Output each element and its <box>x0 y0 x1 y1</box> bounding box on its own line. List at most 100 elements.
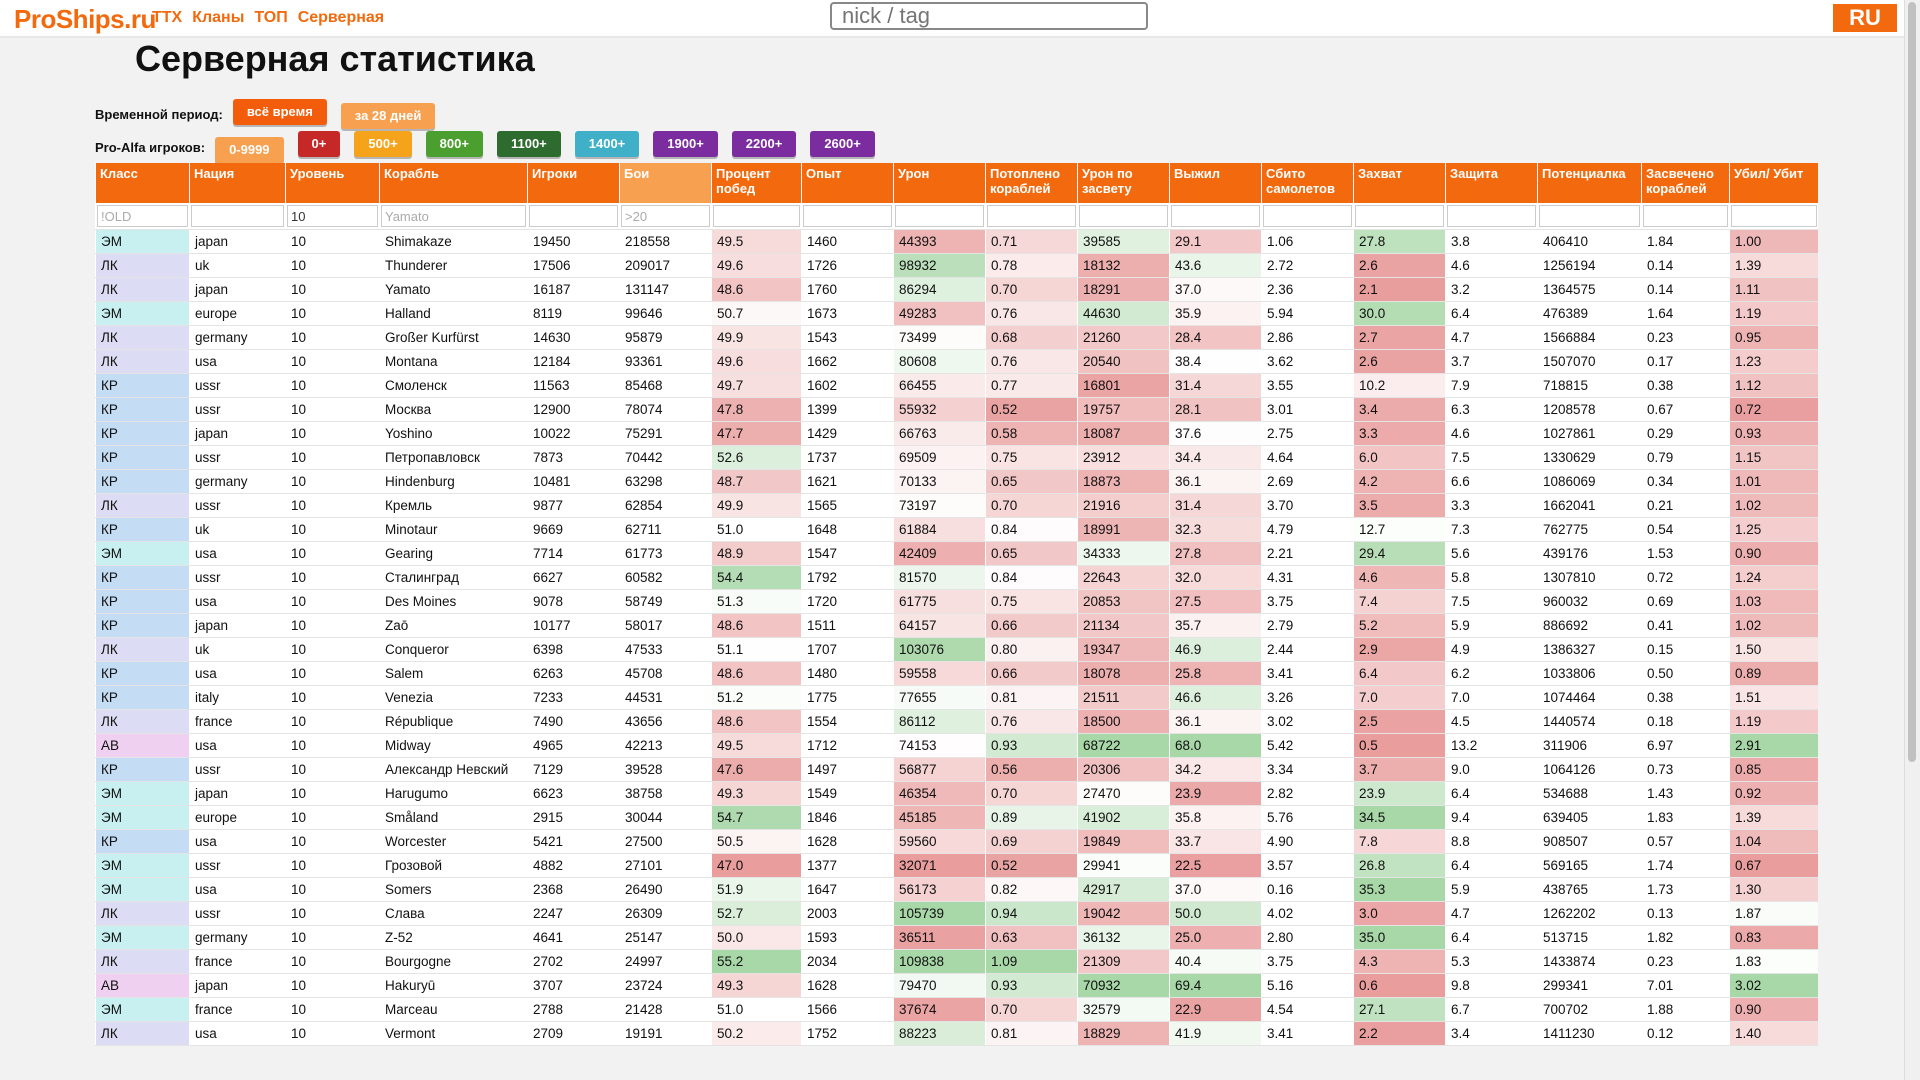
language-button[interactable]: RU <box>1833 4 1897 32</box>
table-row[interactable]: ЛК germany 10 Großer Kurfürst 14630 95879 49.9… <box>95 325 1818 350</box>
table-row[interactable]: КР usa 10 Salem 6263 45708 48.6 1480 59558 0.66 18… <box>95 661 1818 686</box>
table-row[interactable]: КР usa 10 Worcester 5421 27500 50.5 1628 59560 0.… <box>95 829 1818 854</box>
table-row[interactable]: ЭМ ussr 10 Грозовой 4882 27101 47.0 1377 32071 0.… <box>95 853 1818 878</box>
pro-alfa-button-2[interactable]: 500+ <box>354 131 412 157</box>
column-header-2[interactable]: Уровень <box>285 163 380 203</box>
column-filter-input[interactable] <box>191 205 284 227</box>
table-cell[interactable]: Zaō <box>379 613 528 638</box>
table-row[interactable]: ЛК ussr 10 Кремль 9877 62854 49.9 1565 73197 0.70… <box>95 493 1818 518</box>
table-cell[interactable]: Thunderer <box>379 253 528 278</box>
period-button-1[interactable]: за 28 дней <box>340 103 436 129</box>
table-row[interactable]: ЛК france 10 Bourgogne 2702 24997 55.2 2034 1098… <box>95 949 1818 974</box>
column-filter-input[interactable] <box>381 205 526 227</box>
column-filter-input[interactable] <box>97 205 188 227</box>
table-cell[interactable]: Somers <box>379 877 528 902</box>
table-cell[interactable]: Gearing <box>379 541 528 566</box>
table-cell[interactable]: Marceau <box>379 997 528 1022</box>
table-cell[interactable]: Montana <box>379 349 528 374</box>
column-header-3[interactable]: Корабль <box>379 163 528 203</box>
column-filter-input[interactable] <box>895 205 984 227</box>
period-button-0[interactable]: всё время <box>232 99 327 125</box>
pro-alfa-button-7[interactable]: 2200+ <box>731 131 797 157</box>
table-row[interactable]: ЛК usa 10 Montana 12184 93361 49.6 1662 80608 0.7… <box>95 349 1818 374</box>
table-row[interactable]: АВ japan 10 Hakuryū 3707 23724 49.3 1628 79470 0.… <box>95 973 1818 998</box>
vertical-scrollbar[interactable] <box>1904 0 1920 1080</box>
column-header-4[interactable]: Игроки <box>527 163 620 203</box>
column-header-0[interactable]: Класс <box>95 163 190 203</box>
table-cell[interactable]: Смоленск <box>379 373 528 398</box>
table-cell[interactable]: Venezia <box>379 685 528 710</box>
table-row[interactable]: ЭМ usa 10 Somers 2368 26490 51.9 1647 56173 0.82 4… <box>95 877 1818 902</box>
table-cell[interactable]: Conqueror <box>379 637 528 662</box>
pro-alfa-button-8[interactable]: 2600+ <box>810 131 875 157</box>
table-row[interactable]: КР japan 10 Yoshino 10022 75291 47.7 1429 66763 0… <box>95 421 1818 446</box>
table-cell[interactable]: Bourgogne <box>379 949 528 974</box>
table-cell[interactable]: Småland <box>379 805 528 830</box>
table-cell[interactable]: Сталинград <box>379 565 528 590</box>
table-row[interactable]: КР germany 10 Hindenburg 10481 63298 48.7 1621 7… <box>95 469 1818 494</box>
scrollbar-thumb[interactable] <box>1908 2 1916 762</box>
table-row[interactable]: ЭМ europe 10 Halland 8119 99646 50.7 1673 49283 0… <box>95 301 1818 326</box>
table-cell[interactable]: Hindenburg <box>379 469 528 494</box>
column-filter-input[interactable] <box>803 205 892 227</box>
nav-server[interactable]: Серверная <box>298 9 384 27</box>
table-cell[interactable]: Minotaur <box>379 517 528 542</box>
column-header-14[interactable]: Защита <box>1445 163 1538 203</box>
site-logo[interactable]: ProShips.ru <box>14 4 156 35</box>
pro-alfa-button-3[interactable]: 800+ <box>425 131 483 157</box>
nav-top[interactable]: ТОП <box>254 9 287 27</box>
table-row[interactable]: ЭМ germany 10 Z-52 4641 25147 50.0 1593 36511 0.6… <box>95 925 1818 950</box>
column-header-16[interactable]: Засвечено кораблей <box>1641 163 1730 203</box>
column-header-15[interactable]: Потенциалка <box>1537 163 1642 203</box>
column-filter-input[interactable] <box>287 205 378 227</box>
table-row[interactable]: КР ussr 10 Александр Невский 7129 39528 47.6 14… <box>95 757 1818 782</box>
column-filter-input[interactable] <box>1447 205 1536 227</box>
table-cell[interactable]: Halland <box>379 301 528 326</box>
table-row[interactable]: ЛК usa 10 Vermont 2709 19191 50.2 1752 88223 0.81… <box>95 1021 1818 1046</box>
table-cell[interactable]: Слава <box>379 901 528 926</box>
column-filter-input[interactable] <box>987 205 1076 227</box>
column-filter-input[interactable] <box>1355 205 1444 227</box>
table-cell[interactable]: Hakuryū <box>379 973 528 998</box>
table-row[interactable]: ЛК japan 10 Yamato 16187 131147 48.6 1760 86294 0… <box>95 277 1818 302</box>
column-header-13[interactable]: Захват <box>1353 163 1446 203</box>
table-cell[interactable]: Кремль <box>379 493 528 518</box>
table-row[interactable]: ЭМ france 10 Marceau 2788 21428 51.0 1566 37674 0… <box>95 997 1818 1022</box>
table-cell[interactable]: Salem <box>379 661 528 686</box>
pro-alfa-button-1[interactable]: 0+ <box>297 131 341 157</box>
table-cell[interactable]: Z-52 <box>379 925 528 950</box>
table-cell[interactable]: République <box>379 709 528 734</box>
column-header-12[interactable]: Сбито самолетов <box>1261 163 1354 203</box>
table-row[interactable]: ЛК uk 10 Thunderer 17506 209017 49.6 1726 98932 0… <box>95 253 1818 278</box>
table-row[interactable]: КР ussr 10 Сталинград 6627 60582 54.4 1792 81570… <box>95 565 1818 590</box>
pro-alfa-button-0[interactable]: 0-9999 <box>215 137 284 163</box>
column-filter-input[interactable] <box>529 205 618 227</box>
column-header-5[interactable]: Бои <box>619 163 712 203</box>
column-header-8[interactable]: Урон <box>893 163 986 203</box>
column-header-9[interactable]: Потоплено кораблей <box>985 163 1078 203</box>
table-row[interactable]: ЭМ usa 10 Gearing 7714 61773 48.9 1547 42409 0.65… <box>95 541 1818 566</box>
column-header-1[interactable]: Нация <box>189 163 286 203</box>
table-cell[interactable]: Yoshino <box>379 421 528 446</box>
table-row[interactable]: ЭМ europe 10 Småland 2915 30044 54.7 1846 45185 0… <box>95 805 1818 830</box>
table-row[interactable]: КР ussr 10 Смоленск 11563 85468 49.7 1602 66455 0… <box>95 373 1818 398</box>
table-cell[interactable]: Александр Невский <box>379 757 528 782</box>
column-filter-input[interactable] <box>1731 205 1817 227</box>
table-row[interactable]: ЭМ japan 10 Harugumo 6623 38758 49.3 1549 46354 0… <box>95 781 1818 806</box>
pro-alfa-button-5[interactable]: 1400+ <box>574 131 640 157</box>
table-cell[interactable]: Yamato <box>379 277 528 302</box>
column-header-17[interactable]: Убил/ Убит <box>1729 163 1818 203</box>
table-row[interactable]: КР ussr 10 Москва 12900 78074 47.8 1399 55932 0.5… <box>95 397 1818 422</box>
table-cell[interactable]: Петропавловск <box>379 445 528 470</box>
column-filter-input[interactable] <box>713 205 800 227</box>
table-row[interactable]: КР uk 10 Minotaur 9669 62711 51.0 1648 61884 0.84… <box>95 517 1818 542</box>
table-cell[interactable]: Грозовой <box>379 853 528 878</box>
column-header-11[interactable]: Выжил <box>1169 163 1262 203</box>
table-row[interactable]: КР italy 10 Venezia 7233 44531 51.2 1775 77655 0.… <box>95 685 1818 710</box>
table-cell[interactable]: Harugumo <box>379 781 528 806</box>
nav-clans[interactable]: Кланы <box>192 9 244 27</box>
column-filter-input[interactable] <box>1643 205 1728 227</box>
table-row[interactable]: ЛК france 10 République 7490 43656 48.6 1554 861… <box>95 709 1818 734</box>
table-row[interactable]: АВ usa 10 Midway 4965 42213 49.5 1712 74153 0.93 6… <box>95 733 1818 758</box>
column-filter-input[interactable] <box>1079 205 1168 227</box>
